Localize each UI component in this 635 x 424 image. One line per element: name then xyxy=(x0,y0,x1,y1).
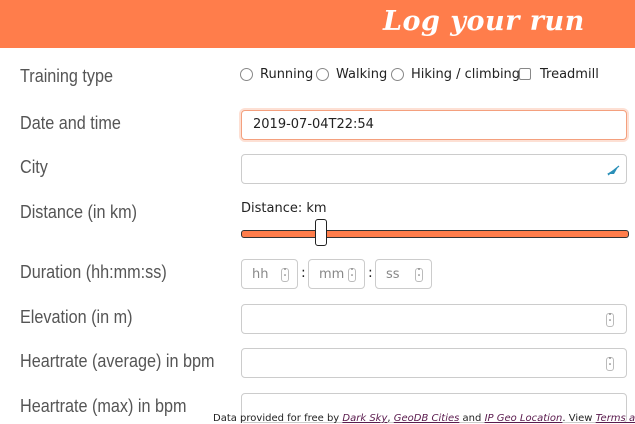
radio-circle-icon[interactable] xyxy=(316,67,329,81)
training-type-label: Training type xyxy=(20,66,114,86)
spinner-icon[interactable]: ˄ ˅ xyxy=(606,357,614,371)
radio-running[interactable]: Running xyxy=(240,64,313,84)
checkbox-square-icon[interactable] xyxy=(519,68,531,80)
header-bar: Log your run xyxy=(0,0,635,48)
heartrate-max-label: Heartrate (max) in bpm xyxy=(20,396,187,416)
treadmill-checkbox[interactable]: Treadmill xyxy=(519,64,599,84)
terms-link[interactable]: Terms and c xyxy=(596,413,635,424)
radio-walking-label: Walking xyxy=(336,66,388,82)
distance-slider-track[interactable] xyxy=(241,230,629,238)
minutes-placeholder: mm xyxy=(319,267,345,282)
elevation-label: Elevation (in m) xyxy=(20,307,133,327)
distance-caption: Distance: km xyxy=(241,201,327,216)
treadmill-label: Treadmill xyxy=(540,66,599,82)
location-arrow-icon[interactable] xyxy=(606,164,620,176)
elevation-input[interactable]: ˄ ˅ xyxy=(241,304,627,334)
ip-geo-location-link[interactable]: IP Geo Location xyxy=(485,413,563,424)
date-time-label: Date and time xyxy=(20,113,121,133)
radio-running-label: Running xyxy=(260,66,314,82)
radio-hiking-label: Hiking / climbing xyxy=(411,66,521,82)
footer-prefix: Data provided for free by xyxy=(213,413,340,424)
radio-walking[interactable]: Walking xyxy=(316,64,387,84)
hours-placeholder: hh xyxy=(252,267,269,282)
duration-minutes-input[interactable]: mm ˄ ˅ xyxy=(308,259,365,289)
footer-sep: , xyxy=(387,413,391,424)
seconds-placeholder: ss xyxy=(386,267,400,282)
distance-slider-thumb[interactable] xyxy=(315,219,327,246)
spinner-icon[interactable]: ˄ ˅ xyxy=(348,268,356,282)
dark-sky-link[interactable]: Dark Sky xyxy=(342,413,387,424)
heartrate-avg-label: Heartrate (average) in bpm xyxy=(20,351,215,371)
date-time-value: 2019-07-04T22:54 xyxy=(253,117,374,132)
page-title: Log your run xyxy=(383,6,585,37)
date-time-input[interactable]: 2019-07-04T22:54 xyxy=(241,110,627,140)
city-label: City xyxy=(20,157,48,177)
spinner-icon[interactable]: ˄ ˅ xyxy=(281,268,289,282)
heartrate-avg-input[interactable]: ˄ ˅ xyxy=(241,348,627,378)
duration-label: Duration (hh:mm:ss) xyxy=(20,262,167,282)
footer-and: and xyxy=(462,413,482,424)
spinner-icon[interactable]: ˄ ˅ xyxy=(415,268,423,282)
duration-separator: : xyxy=(368,265,373,281)
duration-hours-input[interactable]: hh ˄ ˅ xyxy=(241,259,298,289)
radio-circle-icon[interactable] xyxy=(391,67,404,81)
radio-circle-icon[interactable] xyxy=(240,67,253,81)
city-input[interactable] xyxy=(241,154,627,184)
footer-attribution: Data provided for free by Dark Sky, GeoD… xyxy=(213,413,635,424)
footer-suffix: . View xyxy=(562,413,593,424)
duration-separator: : xyxy=(301,265,306,281)
geodb-cities-link[interactable]: GeoDB Cities xyxy=(394,413,460,424)
duration-seconds-input[interactable]: ss ˄ ˅ xyxy=(375,259,432,289)
radio-hiking[interactable]: Hiking / climbing xyxy=(391,64,520,84)
spinner-icon[interactable]: ˄ ˅ xyxy=(606,313,614,327)
distance-label: Distance (in km) xyxy=(20,202,138,222)
